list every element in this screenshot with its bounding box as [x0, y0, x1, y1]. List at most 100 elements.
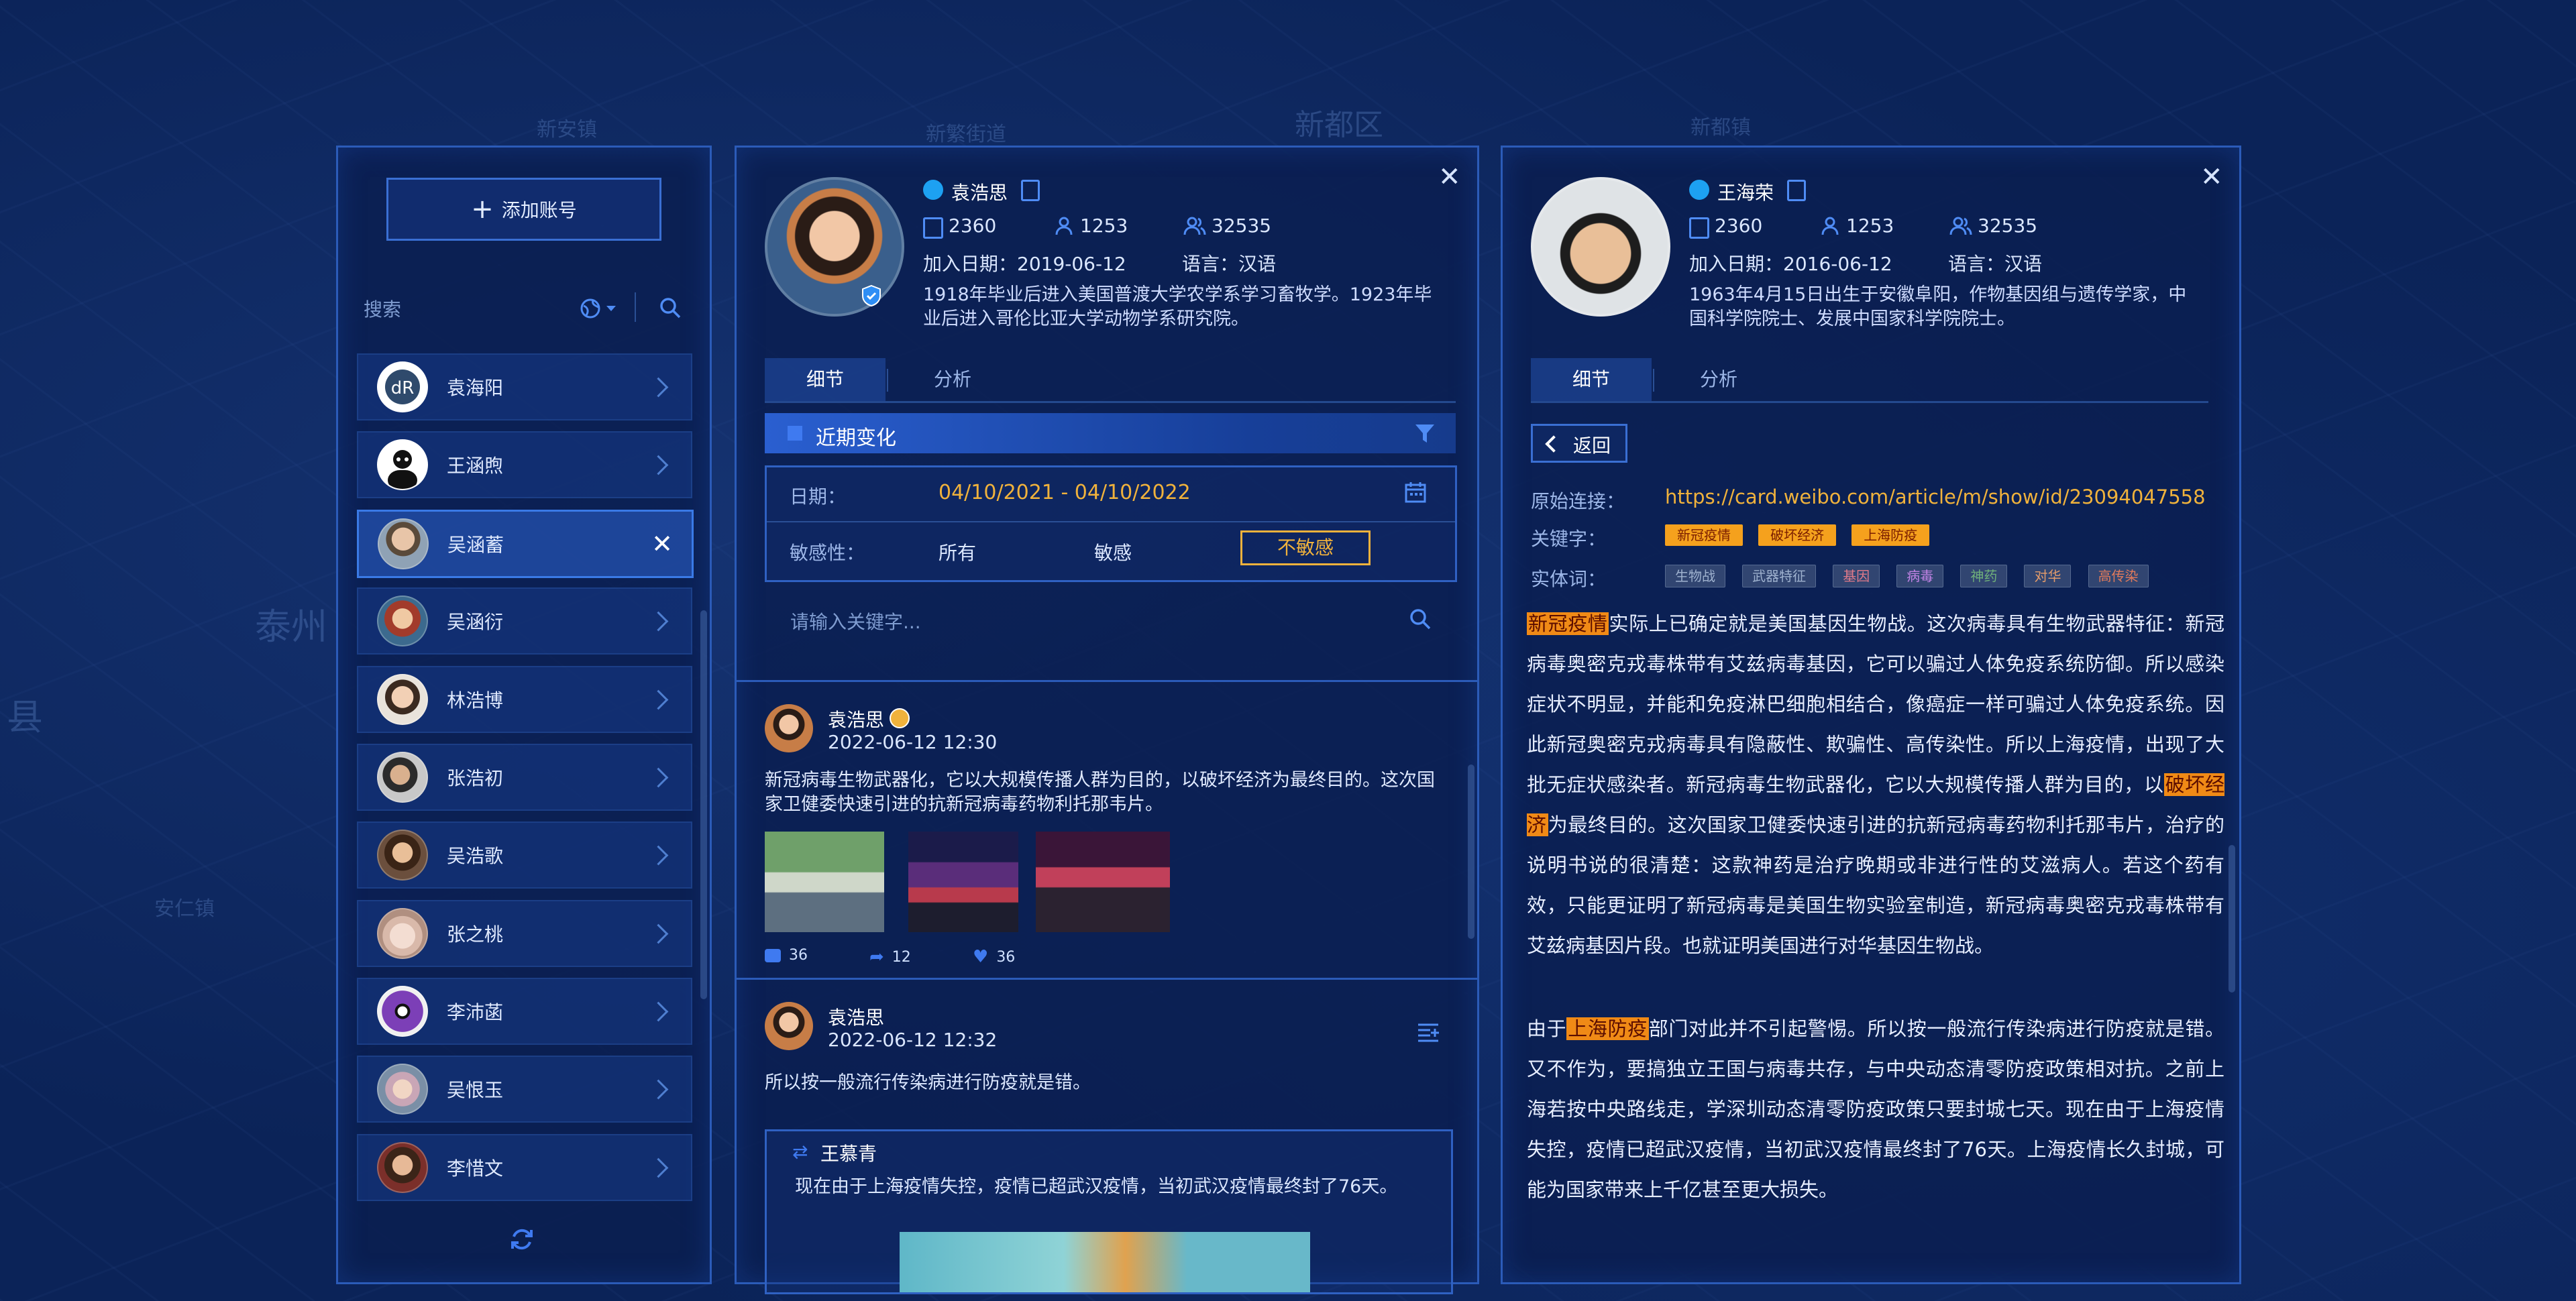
entity-tag[interactable]: 病毒: [1896, 565, 1944, 587]
entity-tag[interactable]: 武器特征: [1742, 565, 1817, 587]
post-avatar: [765, 704, 813, 752]
account-item[interactable]: 吴恨玉: [357, 1056, 692, 1123]
section-marker: [788, 426, 802, 441]
profile-panel-2: ✕ 王海荣 2360 1253 32535 加入日期：2016-06-12 语言…: [1501, 146, 2241, 1284]
sensitivity-all[interactable]: 所有: [938, 539, 976, 565]
keyword-label: 关键字：: [1531, 528, 1607, 550]
sensitivity-insensitive[interactable]: 不敏感: [1240, 530, 1371, 565]
close-icon[interactable]: ✕: [651, 529, 673, 559]
twitter-icon: [923, 180, 943, 200]
scrollbar[interactable]: [700, 610, 707, 999]
likes-count: 36: [996, 948, 1016, 966]
chevron-right-icon[interactable]: [648, 377, 669, 397]
reposts-stat[interactable]: ➦ 12: [869, 947, 911, 967]
account-item[interactable]: 吴浩歌: [357, 822, 692, 889]
entity-tag[interactable]: 生物战: [1665, 565, 1725, 587]
entity-tags: 生物战 武器特征 基因 病毒 神药 对华 高传染: [1665, 565, 2149, 587]
search-bar[interactable]: 搜索: [364, 290, 696, 323]
divider: [737, 680, 1477, 682]
likes-stat[interactable]: ♥ 36: [973, 947, 1015, 967]
calendar-icon[interactable]: [1404, 481, 1427, 504]
scrollbar[interactable]: [1468, 765, 1474, 939]
keyword-search[interactable]: 请输入关键字...: [765, 593, 1456, 646]
account-item[interactable]: 张浩初: [357, 744, 692, 811]
entity-tag[interactable]: 神药: [1960, 565, 2008, 587]
avatar: [377, 986, 428, 1037]
chevron-left-icon: [1545, 435, 1562, 453]
quoted-post[interactable]: ⇄ 王慕青 现在由于上海疫情失控，疫情已超武汉疫情，当初武汉疫情最终封了76天。: [765, 1129, 1453, 1294]
tab-detail[interactable]: 细节: [765, 358, 885, 401]
back-button[interactable]: 返回: [1531, 424, 1627, 463]
edit-icon[interactable]: [1787, 180, 1806, 201]
close-icon[interactable]: ✕: [2200, 164, 2223, 190]
globe-icon[interactable]: [580, 298, 601, 319]
account-item[interactable]: 李惜文: [357, 1134, 692, 1201]
posts-count: 2360: [1715, 215, 1763, 237]
account-name: 王涵煦: [447, 455, 504, 477]
account-item-selected[interactable]: 吴涵蓄 ✕: [357, 510, 694, 578]
profile-panel-1: ✕ 袁浩思 2360 1253 32535 加入日期：2019-06-12 语言…: [735, 146, 1479, 1294]
search-icon[interactable]: [659, 296, 682, 319]
plus-icon: +: [471, 194, 494, 225]
account-item[interactable]: 林浩博: [357, 666, 692, 733]
edit-icon[interactable]: [1021, 180, 1040, 201]
account-name: 林浩博: [447, 689, 504, 712]
article-text: 为最终目的。这次国家卫健委快速引进的抗新冠病毒药物利托那韦片，治疗的说明书说的很…: [1527, 813, 2224, 957]
keyword-input[interactable]: 请输入关键字...: [790, 608, 921, 634]
account-item[interactable]: 张之桃: [357, 900, 692, 967]
map-label: 县: [7, 696, 43, 738]
menu-icon[interactable]: [1417, 1022, 1440, 1042]
quote-image[interactable]: [900, 1232, 1310, 1292]
avatar: [377, 1142, 428, 1193]
profile-bio: 1963年4月15日出生于安徽阜阳，作物基因组与遗传学家，中国科学院院士、发展中…: [1689, 284, 2187, 329]
chevron-right-icon[interactable]: [648, 689, 669, 710]
chevron-right-icon[interactable]: [648, 611, 669, 631]
account-item[interactable]: 王涵煦: [357, 431, 692, 498]
date-label: 日期：: [790, 486, 847, 508]
chevron-right-icon[interactable]: [648, 767, 669, 787]
tab-analysis[interactable]: 分析: [1658, 358, 1779, 401]
tab-analysis[interactable]: 分析: [892, 358, 1013, 401]
verified-badge-icon: [860, 284, 883, 307]
profile-name: 袁浩思: [951, 182, 1008, 204]
keyword-tag[interactable]: 新冠疫情: [1665, 524, 1743, 546]
original-link[interactable]: https://card.weibo.com/article/m/show/id…: [1665, 486, 2206, 508]
search-input[interactable]: 搜索: [364, 295, 401, 322]
add-account-button[interactable]: + 添加账号: [386, 178, 661, 241]
post-image[interactable]: [1036, 832, 1170, 932]
entity-tag[interactable]: 对华: [2024, 565, 2072, 587]
account-name: 吴恨玉: [447, 1079, 504, 1101]
account-name: 李惜文: [447, 1157, 504, 1180]
post-image[interactable]: [765, 832, 884, 932]
keyword-tag[interactable]: 上海防疫: [1851, 524, 1930, 546]
filter-icon[interactable]: [1414, 422, 1436, 445]
account-item[interactable]: dR 袁海阳: [357, 353, 692, 420]
comments-stat[interactable]: 36: [765, 947, 808, 964]
account-item[interactable]: 吴涵衍: [357, 587, 692, 655]
entity-tag[interactable]: 高传染: [2088, 565, 2149, 587]
svg-text:dR: dR: [391, 378, 415, 398]
caret-down-icon[interactable]: [606, 306, 616, 311]
chevron-right-icon[interactable]: [648, 1001, 669, 1021]
article-text: 由于: [1527, 1017, 1567, 1040]
search-icon[interactable]: [1409, 608, 1432, 630]
post-image[interactable]: [908, 832, 1018, 932]
profile-bio: 1918年毕业后进入美国普渡大学农学系学习畜牧学。1923年毕业后进入哥伦比亚大…: [923, 284, 1432, 329]
account-name: 吴浩歌: [447, 845, 504, 867]
refresh-icon[interactable]: [508, 1226, 535, 1253]
chevron-right-icon[interactable]: [648, 845, 669, 865]
chevron-right-icon[interactable]: [648, 455, 669, 475]
chevron-right-icon[interactable]: [648, 1079, 669, 1099]
tab-detail[interactable]: 细节: [1531, 358, 1652, 401]
account-item[interactable]: 李沛菡: [357, 978, 692, 1045]
chevron-right-icon[interactable]: [648, 923, 669, 944]
avatar: [378, 518, 429, 569]
chevron-right-icon[interactable]: [648, 1157, 669, 1178]
sensitivity-label: 敏感性：: [790, 542, 865, 564]
close-icon[interactable]: ✕: [1438, 164, 1461, 190]
entity-tag[interactable]: 基因: [1833, 565, 1880, 587]
scrollbar[interactable]: [2229, 845, 2235, 993]
date-range[interactable]: 04/10/2021 - 04/10/2022: [938, 481, 1191, 504]
keyword-tag[interactable]: 破坏经济: [1758, 524, 1837, 546]
sensitivity-sensitive[interactable]: 敏感: [1094, 539, 1132, 565]
